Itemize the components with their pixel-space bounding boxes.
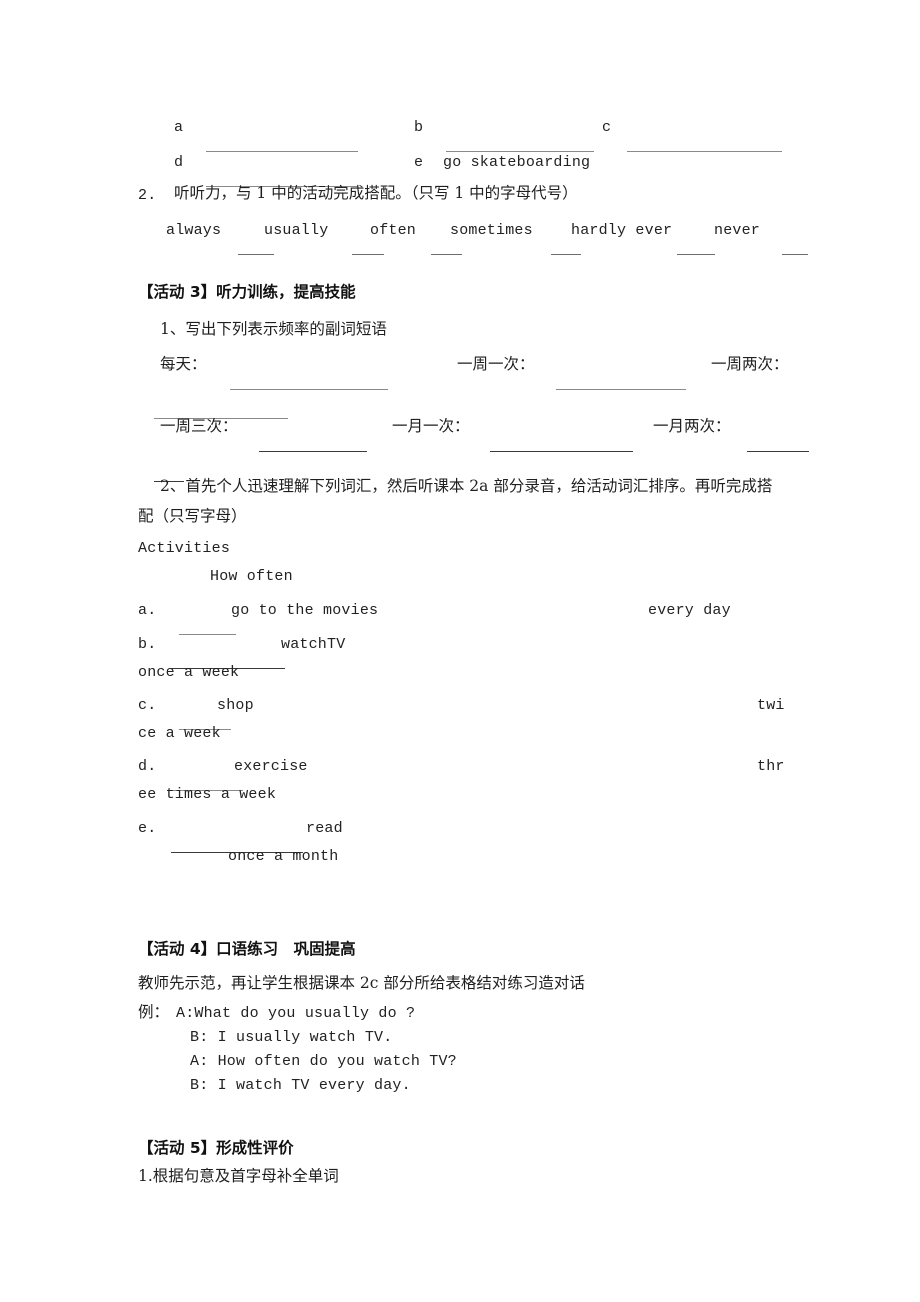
frequency-blank-twice-month[interactable]	[731, 420, 809, 472]
frequency-prompt-once-month: 一月一次：	[392, 417, 470, 435]
table-row-c-activity: shop	[217, 697, 254, 714]
table-row-d-marker: d.	[138, 758, 157, 775]
activity-4-heading: 【活动 4】口语练习 巩固提高	[138, 940, 356, 958]
activity-3-task-2-label-line1: 2、首先个人迅速理解下列词汇，然后听课本 2a 部分录音，给活动词汇排序。再听完…	[160, 477, 773, 495]
frequency-blank-once-month[interactable]	[474, 420, 633, 472]
activity-4-example-label: 例：	[138, 1003, 170, 1021]
table-header-activities: Activities	[138, 540, 231, 557]
answer-blank-c[interactable]	[611, 120, 782, 172]
frequency-blank-three-week[interactable]	[243, 420, 367, 472]
table-row-e-marker: e.	[138, 820, 157, 837]
answer-value-e: go skateboarding	[443, 154, 591, 171]
table-row-c-frequency: twi	[757, 697, 785, 714]
adverb-blank-never[interactable]	[766, 223, 808, 275]
activity-5-task-1: 1.根据句意及首字母补全单词	[138, 1167, 339, 1185]
activity-5-heading: 【活动 5】形成性评价	[138, 1139, 294, 1157]
item-2-number: 2.	[138, 187, 157, 204]
worksheet-page: a b c d e go skateboarding 2. 听听力，与 1 中的…	[0, 0, 920, 1302]
activity-3-task-1-label: 1、写出下列表示频率的副词短语	[160, 320, 387, 338]
frequency-blank-once-week[interactable]	[540, 358, 686, 410]
table-row-d-frequency: thr	[757, 758, 785, 775]
table-row-e-activity: read	[306, 820, 343, 837]
table-header-how-often: How often	[210, 568, 293, 585]
dialogue-line-4: B: I watch TV every day.	[190, 1077, 411, 1094]
answer-label-b: b	[414, 119, 424, 136]
dialogue-line-1: A:What do you usually do ?	[176, 1005, 416, 1022]
adverb-sometimes: sometimes	[450, 222, 533, 239]
table-row-b-activity: watchTV	[281, 636, 346, 653]
frequency-prompt-once-week: 一周一次：	[457, 355, 535, 373]
frequency-prompt-three-week: 一周三次：	[160, 417, 238, 435]
table-row-c-marker: c.	[138, 697, 157, 714]
frequency-prompt-twice-month: 一月两次：	[653, 417, 731, 435]
table-row-d-frequency-wrap: ee times a week	[138, 786, 277, 803]
dialogue-line-2: B: I usually watch TV.	[190, 1029, 393, 1046]
adverb-usually: usually	[264, 222, 329, 239]
adverb-blank-hardly-ever[interactable]	[661, 223, 715, 275]
table-row-c-frequency-wrap: ce a week	[138, 725, 221, 742]
answer-label-a: a	[174, 119, 184, 136]
activity-3-heading: 【活动 3】听力训练，提高技能	[138, 283, 356, 301]
adverb-never: never	[714, 222, 761, 239]
activity-3-task-2-label-line2: 配（只写字母）	[138, 507, 247, 525]
frequency-prompt-twice-week: 一周两次：	[711, 355, 789, 373]
table-row-a-marker: a.	[138, 602, 157, 619]
table-row-a-frequency: every day	[648, 602, 731, 619]
table-row-b-marker: b.	[138, 636, 157, 653]
dialogue-line-3: A: How often do you watch TV?	[190, 1053, 457, 1070]
adverb-often: often	[370, 222, 417, 239]
table-row-e-frequency-wrap: once a month	[228, 848, 339, 865]
answer-label-c: c	[602, 119, 612, 136]
table-row-d-activity: exercise	[234, 758, 308, 775]
adverb-always: always	[166, 222, 222, 239]
adverb-hardly-ever: hardly ever	[571, 222, 673, 239]
item-2-instruction: 听听力，与 1 中的活动完成搭配。（只写 1 中的字母代号）	[174, 184, 578, 202]
table-row-b-frequency-wrap: once a week	[138, 664, 240, 681]
table-row-a-activity: go to the movies	[231, 602, 379, 619]
frequency-prompt-everyday: 每天：	[160, 355, 207, 373]
answer-label-d: d	[174, 154, 184, 171]
answer-label-e: e	[414, 154, 424, 171]
activity-4-instruction: 教师先示范，再让学生根据课本 2c 部分所给表格结对练习造对话	[138, 974, 585, 992]
